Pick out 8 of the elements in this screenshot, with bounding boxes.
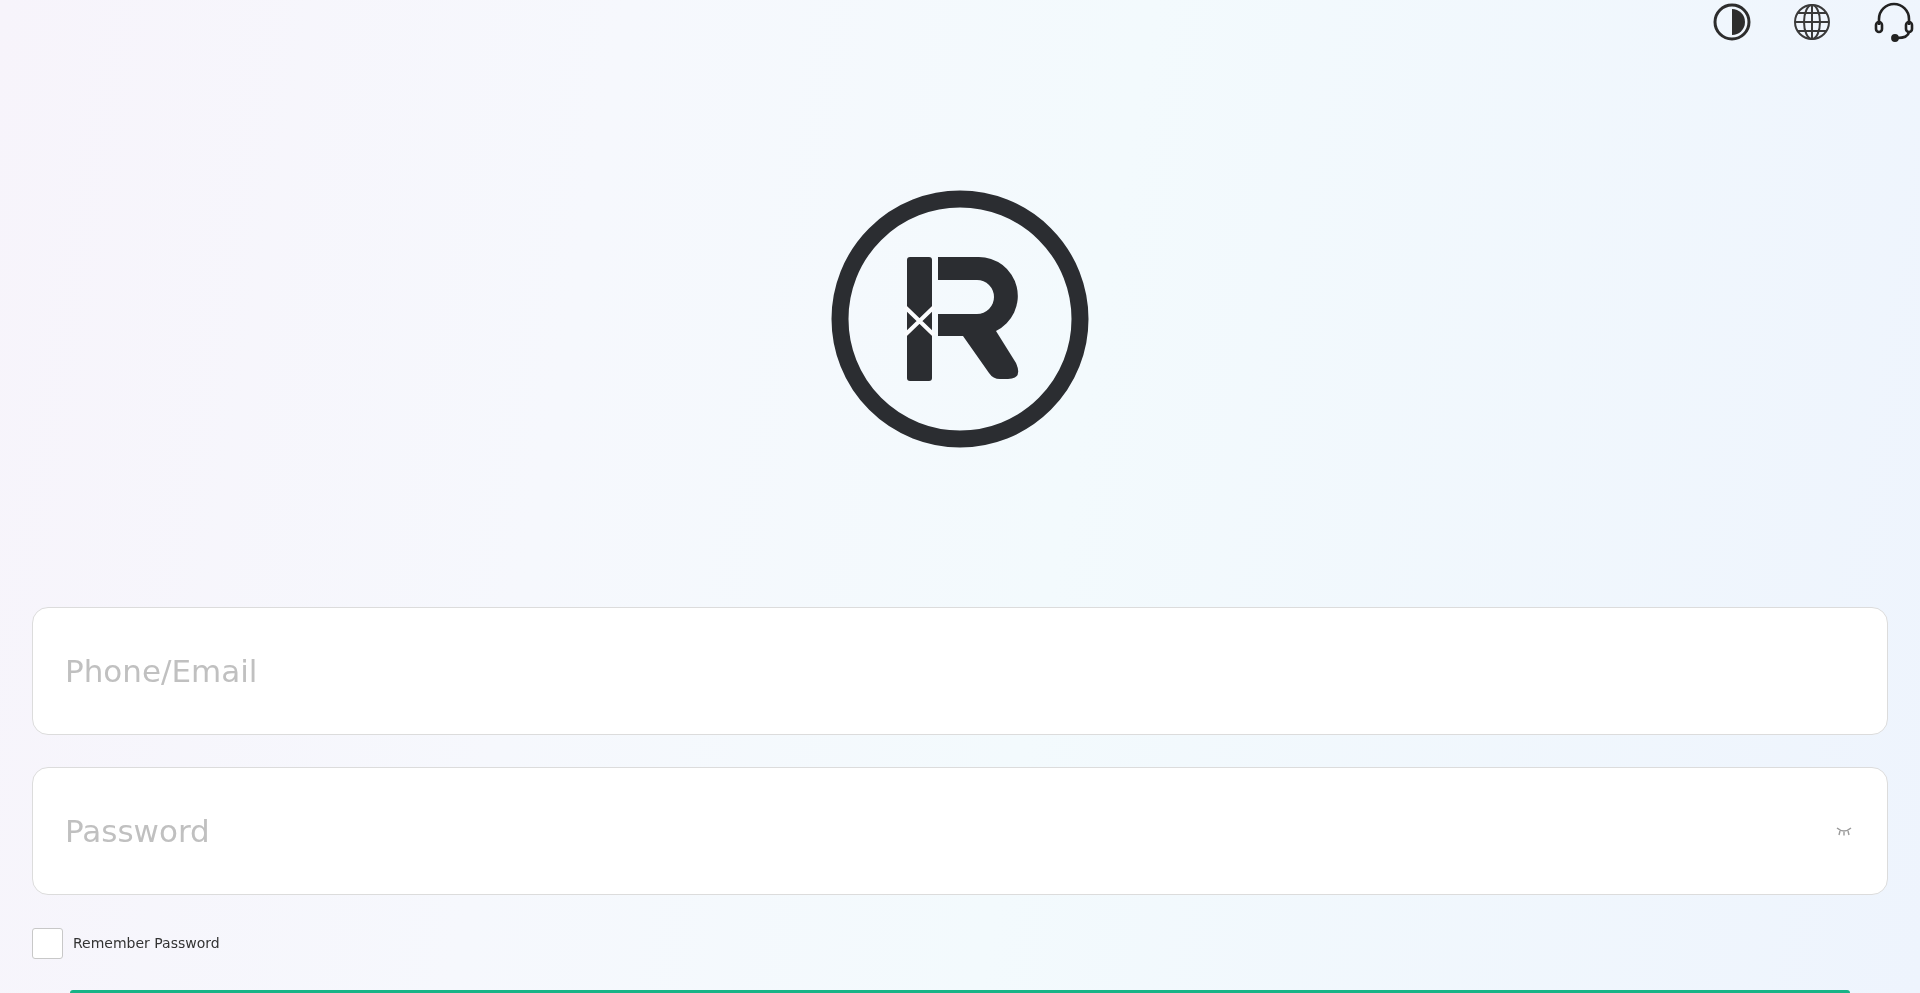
remember-password-label: Remember Password <box>73 935 220 951</box>
closed-eye-icon[interactable] <box>1836 826 1852 836</box>
globe-icon[interactable] <box>1792 1 1832 42</box>
input-field[interactable]: Phone/Email <box>32 607 1888 735</box>
contrast-icon[interactable] <box>1712 1 1752 42</box>
checkbox[interactable] <box>32 927 63 959</box>
headset-icon[interactable] <box>1872 0 1916 43</box>
password-field[interactable]: Password <box>32 767 1888 895</box>
